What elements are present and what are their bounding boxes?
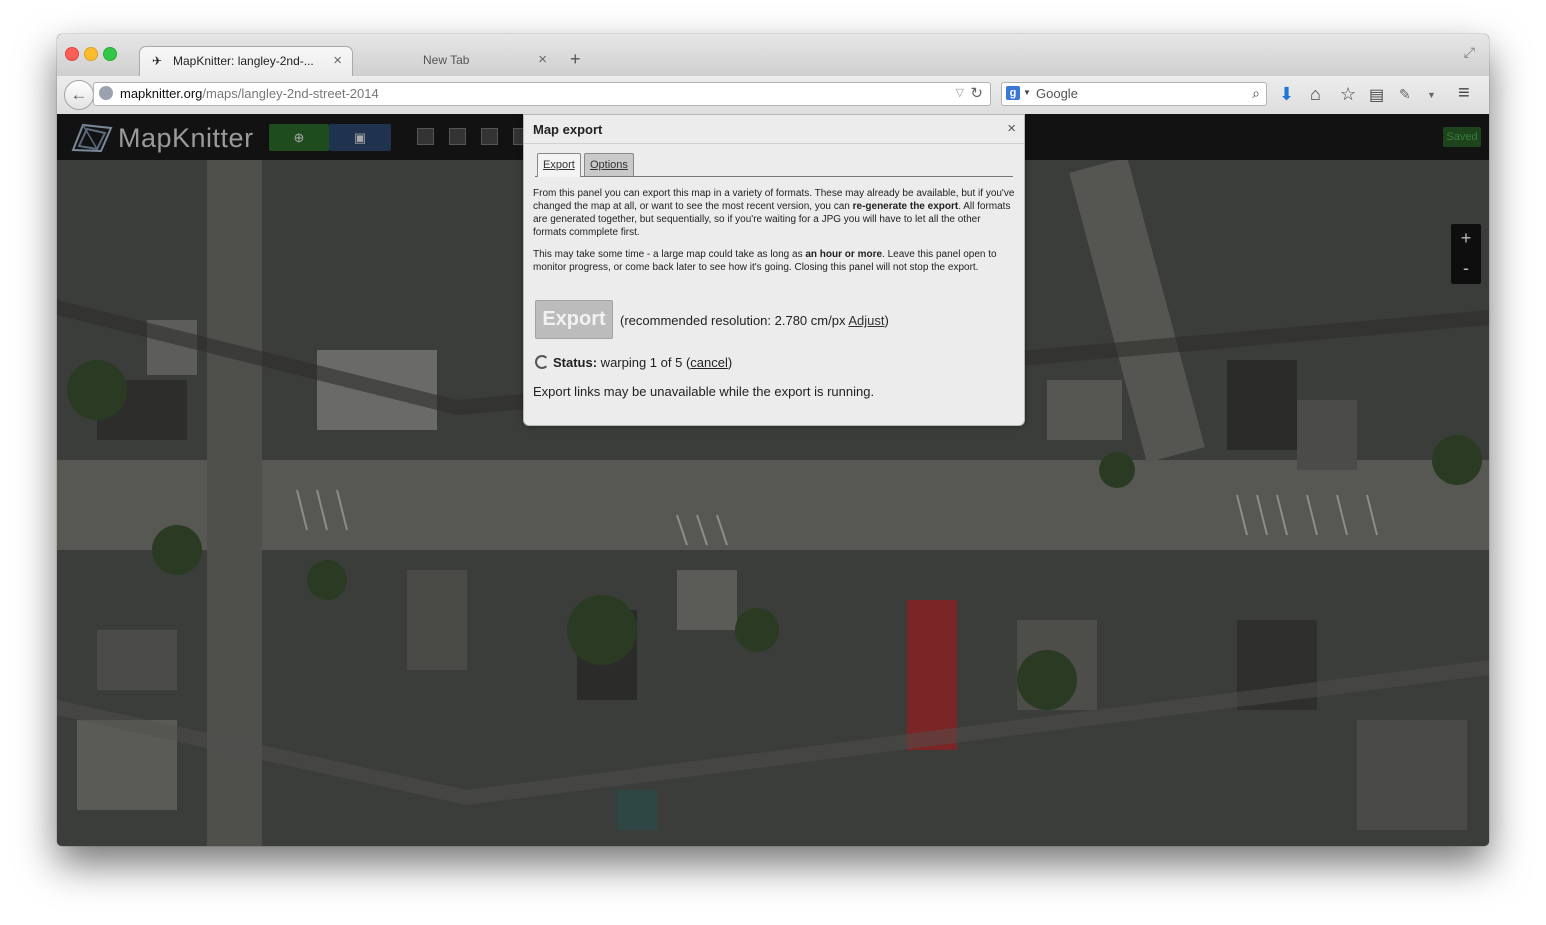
reading-list-icon[interactable]: ▤: [1369, 85, 1384, 105]
new-tab-button[interactable]: +: [570, 49, 581, 70]
menu-icon[interactable]: ≡: [1458, 82, 1470, 105]
search-bar[interactable]: g ▼ Google ⌕: [1001, 82, 1267, 106]
app-logo-text: MapKnitter: [118, 123, 254, 153]
resolution-text: (recommended resolution: 2.780 cm/px: [620, 313, 849, 328]
url-dropdown-icon[interactable]: ▽: [956, 86, 964, 99]
export-status: Status: warping 1 of 5 (cancel): [535, 355, 732, 370]
images-button[interactable]: ▣: [329, 124, 391, 151]
export-links-note: Export links may be unavailable while th…: [533, 384, 875, 399]
saved-badge: Saved: [1443, 127, 1481, 147]
back-button[interactable]: ←: [64, 80, 94, 110]
url-text[interactable]: mapknitter.org/maps/langley-2nd-street-2…: [120, 86, 379, 101]
text-fragment: This may take some time - a large map co…: [533, 249, 806, 260]
emphasis-text: an hour or more: [805, 249, 883, 260]
search-engine-dropdown-icon[interactable]: ▼: [1023, 88, 1031, 97]
tool-button[interactable]: [417, 128, 434, 145]
recommended-resolution: (recommended resolution: 2.780 cm/px Adj…: [620, 313, 889, 328]
zoom-control: + -: [1451, 224, 1481, 284]
globe-icon: [99, 86, 113, 100]
loading-spinner-icon: [535, 355, 549, 369]
tab-close-icon[interactable]: ×: [538, 51, 547, 68]
tab-close-icon[interactable]: ×: [333, 52, 342, 69]
navigation-bar: ← mapknitter.org/maps/langley-2nd-street…: [57, 76, 1489, 115]
resolution-text: ): [884, 313, 889, 328]
dialog-description: From this panel you can export this map …: [533, 187, 1015, 283]
reload-icon[interactable]: ↻: [970, 84, 983, 102]
adjust-link[interactable]: Adjust: [848, 313, 884, 328]
zoom-out-button[interactable]: -: [1451, 254, 1481, 284]
add-image-button[interactable]: ⊕: [269, 124, 329, 151]
download-icon[interactable]: ⬇: [1279, 84, 1294, 105]
home-tool-button[interactable]: [481, 128, 498, 145]
dialog-header: Map export ×: [524, 115, 1024, 144]
search-icon[interactable]: ⌕: [1252, 85, 1260, 102]
plus-circle-icon: ⊕: [293, 129, 305, 145]
url-path: /maps/langley-2nd-street-2014: [202, 86, 379, 101]
description-paragraph-1: From this panel you can export this map …: [533, 187, 1015, 239]
google-icon[interactable]: g: [1006, 86, 1020, 100]
tab-export[interactable]: Export: [537, 153, 581, 177]
tool-button[interactable]: [449, 128, 466, 145]
dialog-tabs: Export Options: [535, 153, 1013, 177]
tab-options[interactable]: Options: [584, 153, 634, 176]
cancel-link[interactable]: cancel: [690, 355, 728, 370]
addon-dropdown-icon[interactable]: ▼: [1427, 90, 1436, 100]
search-placeholder: Google: [1036, 86, 1078, 101]
map-export-dialog: Map export × Export Options From this pa…: [523, 114, 1025, 426]
tab-new-tab[interactable]: New Tab ×: [357, 46, 557, 76]
page-content: MapKnitter ⊕ ▣ Saved + - Map export × Ex…: [57, 114, 1489, 846]
url-host: mapknitter.org: [120, 86, 203, 101]
images-icon: ▣: [353, 129, 367, 145]
emphasis-text: re-generate the export: [852, 201, 959, 212]
url-bar[interactable]: mapknitter.org/maps/langley-2nd-street-2…: [93, 82, 991, 106]
tab-label: MapKnitter: langley-2nd-...: [173, 54, 314, 68]
dialog-title: Map export: [533, 122, 603, 137]
status-text-end: ): [727, 355, 733, 370]
status-text: warping 1 of 5 (: [597, 355, 691, 370]
tab-mapknitter[interactable]: ✈ MapKnitter: langley-2nd-... ×: [139, 46, 353, 77]
dialog-close-icon[interactable]: ×: [1007, 120, 1016, 137]
tab-label: New Tab: [423, 53, 470, 67]
mapknitter-favicon-icon: ✈: [152, 54, 163, 68]
status-label: Status:: [553, 355, 598, 370]
browser-window: ✈ MapKnitter: langley-2nd-... × New Tab …: [57, 34, 1489, 846]
tab-bar: ✈ MapKnitter: langley-2nd-... × New Tab …: [57, 34, 1489, 77]
addon-icon[interactable]: ✎: [1399, 86, 1411, 103]
window-close-button[interactable]: [65, 47, 79, 61]
bookmark-star-icon[interactable]: ☆: [1340, 84, 1356, 105]
export-button[interactable]: Export: [535, 300, 613, 339]
zoom-in-button[interactable]: +: [1451, 224, 1481, 254]
fullscreen-icon[interactable]: ⤢: [1464, 44, 1475, 61]
mapknitter-logo-icon: [71, 123, 113, 152]
home-icon[interactable]: ⌂: [1310, 84, 1321, 105]
window-minimize-button[interactable]: [84, 47, 98, 61]
window-maximize-button[interactable]: [103, 47, 117, 61]
back-arrow-icon: ←: [70, 85, 88, 104]
description-paragraph-2: This may take some time - a large map co…: [533, 248, 1015, 274]
